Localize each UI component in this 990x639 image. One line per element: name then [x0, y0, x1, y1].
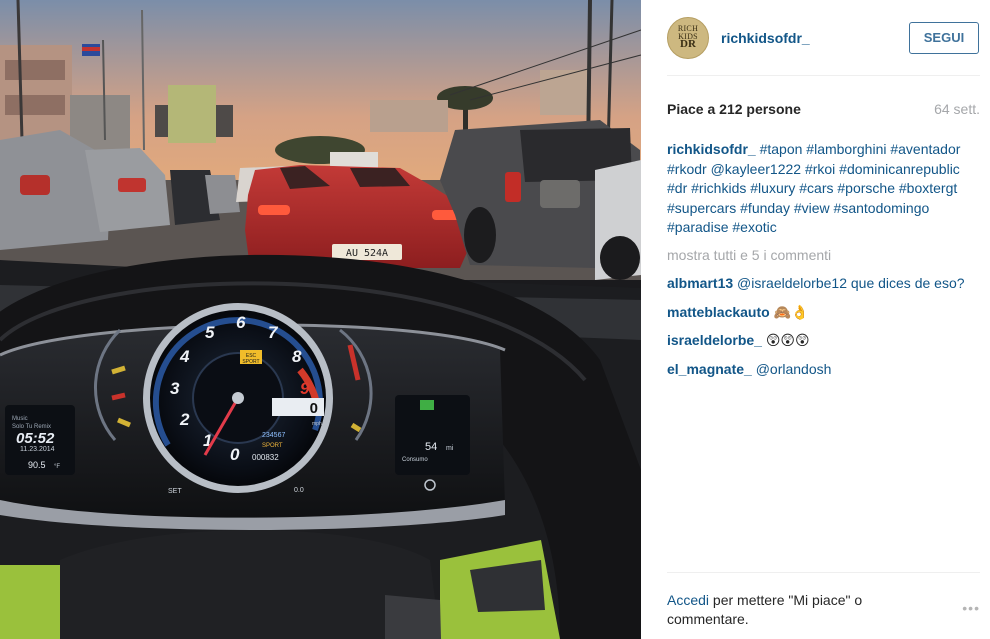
outside-temp: 90.5 [28, 460, 46, 470]
zero-label: 0.0 [294, 487, 304, 494]
caption-author-link[interactable]: richkidsofdr_ [667, 141, 756, 157]
comment-item: el_magnate_ @orlandosh [667, 360, 976, 380]
temp-unit: °F [54, 464, 60, 470]
set-label: SET [168, 488, 182, 495]
login-prompt: Accedi per mettere "Mi piace" o commenta… [667, 591, 917, 629]
post-header: RICH KIDS DR richkidsofdr_ SEGUI [667, 0, 980, 76]
range-value: 54 [425, 441, 437, 453]
avatar[interactable]: RICH KIDS DR [667, 16, 709, 59]
clock-date: 11.23.2014 [20, 446, 55, 453]
comment-text: 😲😲😲 [765, 332, 810, 348]
tach-5: 5 [205, 323, 215, 342]
comment-author-link[interactable]: albmart13 [667, 275, 733, 291]
post-side-panel: RICH KIDS DR richkidsofdr_ SEGUI Piace a… [641, 0, 990, 639]
comment-author-link[interactable]: matteblackauto [667, 304, 770, 320]
tach-9: 9 [300, 379, 310, 398]
trip-meter: 000832 [252, 453, 279, 462]
follow-button[interactable]: SEGUI [909, 21, 979, 54]
tach-4: 4 [179, 347, 190, 366]
comment-item: matteblackauto 🙈👌 [667, 303, 976, 323]
esc-sport-label: SPORT [242, 359, 259, 365]
speed-value: 0 [310, 400, 318, 417]
license-plate: AU 524A [346, 248, 388, 259]
post-photo[interactable]: AU 524A Music Solo Tu Remix 05:52 11.23.… [0, 0, 641, 639]
mode-sport: SPORT [262, 443, 283, 449]
comment-item: albmart13 @israeldelorbe12 que dices de … [667, 274, 976, 294]
clock-time: 05:52 [16, 430, 55, 447]
view-all-comments-link[interactable]: mostra tutti e 5 i commenti [667, 246, 976, 266]
comment-item: israeldelorbe_ 😲😲😲 [667, 331, 976, 351]
tach-7: 7 [268, 323, 279, 342]
tach-6: 6 [236, 313, 246, 332]
likes-row: Piace a 212 persone 64 sett. [667, 100, 980, 118]
comment-author-link[interactable]: israeldelorbe_ [667, 332, 762, 348]
speed-unit: mph [312, 421, 322, 427]
tach-8: 8 [292, 347, 302, 366]
consumo-label: Consumo [402, 457, 428, 463]
lamborghini-dashboard-photo: AU 524A Music Solo Tu Remix 05:52 11.23.… [0, 0, 641, 639]
login-link[interactable]: Accedi [667, 592, 709, 608]
range-unit: mi [446, 445, 454, 452]
comment-text: 🙈👌 [773, 303, 809, 320]
post-footer: Accedi per mettere "Mi piace" o commenta… [667, 572, 980, 639]
post-age[interactable]: 64 sett. [934, 101, 980, 117]
tach-2: 2 [179, 410, 190, 429]
comment-author-link[interactable]: el_magnate_ [667, 361, 752, 377]
post-caption: richkidsofdr_ #tapon #lamborghini #avent… [667, 140, 976, 238]
tach-0: 0 [230, 445, 240, 464]
comment-text[interactable]: @israeldelorbe12 que dices de eso? [737, 275, 964, 291]
comment-text[interactable]: @orlandosh [756, 361, 832, 377]
odometer: 234567 [262, 432, 285, 439]
likes-count: Piace a 212 persone [667, 101, 801, 117]
avatar-line-3: DR [680, 37, 696, 50]
comments-section: richkidsofdr_ #tapon #lamborghini #avent… [667, 140, 976, 388]
username-link[interactable]: richkidsofdr_ [721, 30, 909, 46]
tach-3: 3 [170, 379, 180, 398]
instagram-post-view: AU 524A Music Solo Tu Remix 05:52 11.23.… [0, 0, 990, 639]
ellipsis-icon[interactable]: ••• [962, 600, 980, 616]
music-label: Music [12, 416, 28, 422]
